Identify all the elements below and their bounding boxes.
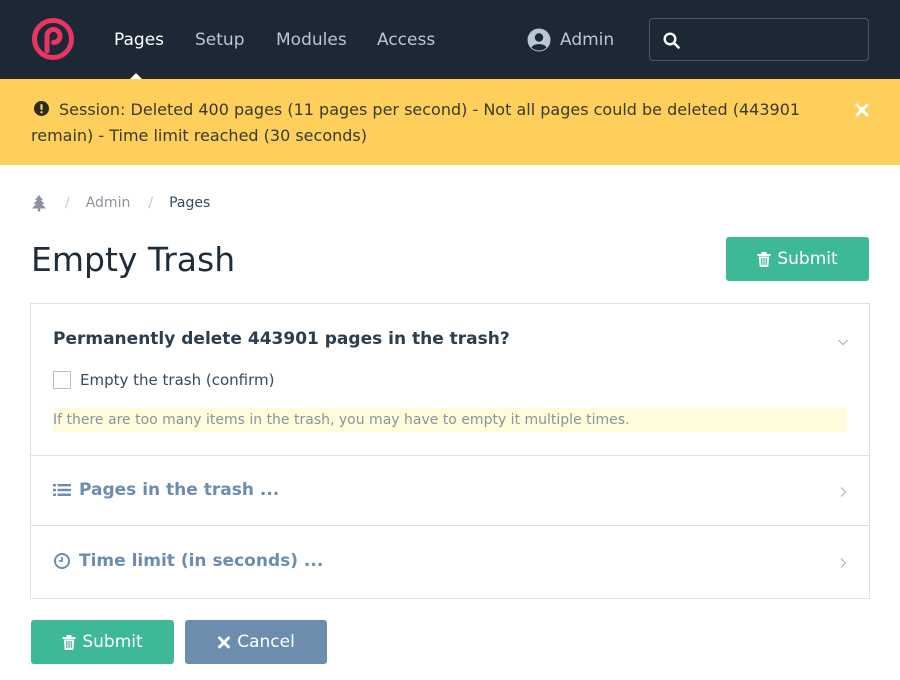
cancel-label: Cancel [237,632,295,652]
chevron-down-icon[interactable] [837,336,849,348]
breadcrumb-separator: / [148,195,154,211]
list-icon [53,484,71,496]
confirm-panel: Permanently delete 443901 pages in the t… [31,304,869,456]
chevron-right-icon[interactable] [837,486,849,498]
breadcrumb-pages[interactable]: Pages [169,195,210,211]
trash-icon [757,251,771,267]
nav-pages[interactable]: Pages [114,30,164,50]
search-box[interactable] [649,18,869,61]
trash-icon [62,634,76,650]
notice-text: Session: Deleted 400 pages (11 pages per… [31,100,801,145]
confirm-checkbox-row[interactable]: Empty the trash (confirm) [53,370,274,390]
search-input[interactable] [688,25,863,55]
chevron-right-icon[interactable] [837,557,849,569]
nav-access[interactable]: Access [377,30,435,50]
submit-label: Submit [777,249,838,269]
breadcrumb: / Admin / Pages [31,193,210,213]
form-panels: Permanently delete 443901 pages in the t… [30,303,870,599]
submit-label: Submit [82,632,143,652]
nav-setup[interactable]: Setup [195,30,244,50]
search-icon [663,32,680,49]
submit-button-top[interactable]: Submit [726,237,869,281]
hint-text: If there are too many items in the trash… [53,408,847,432]
user-menu[interactable]: Admin [527,28,614,52]
confirm-panel-title[interactable]: Permanently delete 443901 pages in the t… [53,329,510,349]
pages-in-trash-panel[interactable]: Pages in the trash ... [31,456,869,526]
submit-button-bottom[interactable]: Submit [31,620,174,664]
clock-icon [54,553,70,569]
pages-panel-title: Pages in the trash ... [79,480,280,500]
confirm-checkbox-label: Empty the trash (confirm) [80,371,275,389]
pages-panel-header[interactable]: Pages in the trash ... [53,480,279,500]
breadcrumb-separator: / [65,195,70,211]
time-limit-panel[interactable]: Time limit (in seconds) ... [31,527,869,597]
processwire-logo[interactable] [31,17,75,61]
time-panel-header[interactable]: Time limit (in seconds) ... [53,551,323,571]
breadcrumb-admin[interactable]: Admin [86,195,131,211]
nav-modules[interactable]: Modules [276,30,347,50]
close-icon[interactable] [854,102,870,118]
cancel-button[interactable]: Cancel [185,620,327,664]
time-panel-title: Time limit (in seconds) ... [79,551,324,571]
session-notice: Session: Deleted 400 pages (11 pages per… [0,79,900,165]
close-icon [218,636,231,648]
tree-icon[interactable] [31,194,47,212]
page-title: Empty Trash [31,240,236,279]
user-avatar-icon [527,28,551,52]
top-navbar: Pages Setup Modules Access Admin [0,0,900,79]
confirm-checkbox[interactable] [53,371,71,389]
user-name: Admin [560,30,615,50]
